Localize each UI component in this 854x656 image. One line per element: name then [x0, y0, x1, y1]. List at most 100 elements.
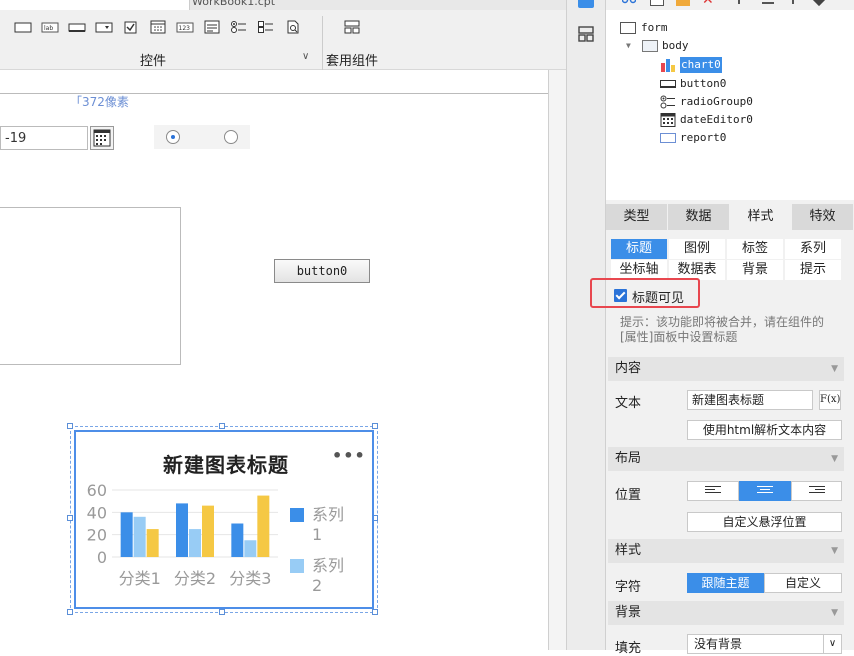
- report-widget[interactable]: [0, 207, 181, 365]
- section-style-label: 样式: [615, 543, 642, 558]
- radio-option-2[interactable]: [224, 130, 238, 144]
- calendar-icon[interactable]: [90, 126, 114, 150]
- resize-handle-w[interactable]: [67, 515, 73, 521]
- move-bottom-icon[interactable]: [792, 0, 794, 4]
- svg-text:123: 123: [179, 25, 191, 32]
- radio-option-1[interactable]: [166, 130, 180, 144]
- subtab-axis[interactable]: 坐标轴: [611, 260, 667, 280]
- align-right-icon: [809, 486, 825, 496]
- label-widget-icon[interactable]: lab: [41, 20, 59, 34]
- move-up-icon[interactable]: [738, 0, 740, 4]
- svg-text:lab: lab: [44, 25, 53, 32]
- formula-button[interactable]: F(x): [819, 390, 841, 410]
- align-right-button[interactable]: [791, 481, 842, 501]
- delete-icon[interactable]: ✕: [702, 0, 714, 8]
- legend-label: 2: [312, 576, 322, 595]
- file-tab-workbook-label: WorkBook1.cpt: [192, 0, 276, 8]
- collapse-triangle-icon[interactable]: ▼: [831, 447, 838, 471]
- resize-handle-se[interactable]: [372, 609, 378, 615]
- chevron-down-icon[interactable]: ∨: [823, 635, 841, 653]
- position-label: 位置: [615, 488, 642, 503]
- align-center-button[interactable]: [739, 481, 791, 501]
- collapse-arrow-icon[interactable]: ▼: [626, 38, 631, 54]
- align-left-button[interactable]: [687, 481, 739, 501]
- file-tab-workbook[interactable]: WorkBook1.cpt: [192, 0, 352, 10]
- textarea-widget-icon[interactable]: [203, 20, 221, 34]
- collapse-triangle-icon[interactable]: ▼: [831, 601, 838, 625]
- resize-handle-n[interactable]: [219, 423, 225, 429]
- checkbox-group-widget-icon[interactable]: [257, 20, 275, 34]
- subtab-tooltip[interactable]: 提示: [785, 260, 841, 280]
- tab-data[interactable]: 数据: [668, 204, 729, 230]
- collapse-triangle-icon[interactable]: ▼: [831, 539, 838, 563]
- date-editor-icon: [660, 113, 676, 127]
- subtab-title[interactable]: 标题: [611, 239, 667, 259]
- legend-swatch: [290, 508, 304, 522]
- hint-line-1: 提示：该功能即将被合并，请在组件的: [620, 315, 825, 329]
- date-editor-field[interactable]: -19: [0, 126, 88, 150]
- branch-icon[interactable]: [621, 0, 637, 6]
- radio-group-widget-icon[interactable]: [230, 20, 248, 34]
- section-content[interactable]: 内容 ▼: [608, 357, 844, 381]
- report-icon: [660, 133, 676, 143]
- property-tabs: 类型 数据 样式 特效: [606, 204, 854, 230]
- legend-swatch: [290, 559, 304, 573]
- x-tick-label: 分类1: [119, 569, 161, 588]
- resize-handle-sw[interactable]: [67, 609, 73, 615]
- text-field-widget-icon[interactable]: [14, 20, 32, 34]
- resize-handle-nw[interactable]: [67, 423, 73, 429]
- html-parse-button[interactable]: 使用html解析文本内容: [687, 420, 842, 440]
- subtab-series[interactable]: 系列: [785, 239, 841, 259]
- fill-select-value: 没有背景: [694, 637, 743, 651]
- tab-style[interactable]: 样式: [730, 204, 791, 230]
- follow-theme-button[interactable]: 跟随主题: [687, 573, 764, 593]
- bar: [202, 505, 214, 557]
- fill-label: 填充: [615, 641, 642, 656]
- radio-group-widget[interactable]: [154, 125, 250, 149]
- tab-effects[interactable]: 特效: [792, 204, 853, 230]
- font-label: 字符: [615, 580, 642, 595]
- section-layout[interactable]: 布局 ▼: [608, 447, 844, 471]
- chart0-widget[interactable]: 新建图表标题 ••• 0 20 40 60 分类1 分类2 分类3 系列 1 系列 2: [74, 430, 374, 609]
- file-widget-icon[interactable]: [284, 20, 302, 34]
- subtab-data-table[interactable]: 数据表: [669, 260, 725, 280]
- layout-widget-icon[interactable]: [343, 20, 361, 34]
- x-tick-label: 分类2: [174, 569, 216, 588]
- layout-panel-icon[interactable]: [578, 26, 594, 42]
- subtab-legend[interactable]: 图例: [669, 239, 725, 259]
- bar: [244, 540, 257, 557]
- align-left-icon: [705, 486, 721, 496]
- fill-select[interactable]: 没有背景 ∨: [687, 634, 842, 654]
- section-style[interactable]: 样式 ▼: [608, 539, 844, 563]
- collapse-triangle-icon[interactable]: ▼: [831, 357, 838, 381]
- file-tab-active[interactable]: [0, 0, 190, 10]
- section-layout-label: 布局: [615, 451, 642, 466]
- chevron-down-icon[interactable]: ∨: [302, 51, 309, 62]
- button-widget-icon[interactable]: [68, 20, 86, 34]
- custom-font-button[interactable]: 自定义: [764, 573, 842, 593]
- button0-widget[interactable]: button0: [274, 259, 370, 283]
- copy-icon[interactable]: [650, 0, 664, 6]
- widget-panel-icon[interactable]: [578, 0, 594, 8]
- tab-type[interactable]: 类型: [606, 204, 667, 230]
- tree-item-label: radioGroup0: [680, 95, 753, 108]
- body-icon: [642, 40, 658, 52]
- width-indicator-label: 「372像素: [70, 95, 129, 109]
- resize-handle-s[interactable]: [219, 609, 225, 615]
- bar: [231, 523, 244, 557]
- canvas-scrollbar[interactable]: [549, 70, 566, 650]
- move-down-icon[interactable]: [762, 0, 774, 4]
- title-text-input[interactable]: 新建图表标题: [687, 390, 813, 410]
- dropdown-widget-icon[interactable]: [95, 20, 113, 34]
- widgets-group-label: 控件: [139, 54, 166, 69]
- date-widget-icon[interactable]: [149, 20, 167, 34]
- resize-handle-ne[interactable]: [372, 423, 378, 429]
- bar: [189, 529, 201, 557]
- checkbox-widget-icon[interactable]: [122, 20, 140, 34]
- number-widget-icon[interactable]: 123: [176, 20, 194, 34]
- section-background[interactable]: 背景 ▼: [608, 601, 844, 625]
- subtab-labels[interactable]: 标签: [727, 239, 783, 259]
- paste-icon[interactable]: [676, 0, 690, 6]
- subtab-background[interactable]: 背景: [727, 260, 783, 280]
- custom-float-position-button[interactable]: 自定义悬浮位置: [687, 512, 842, 532]
